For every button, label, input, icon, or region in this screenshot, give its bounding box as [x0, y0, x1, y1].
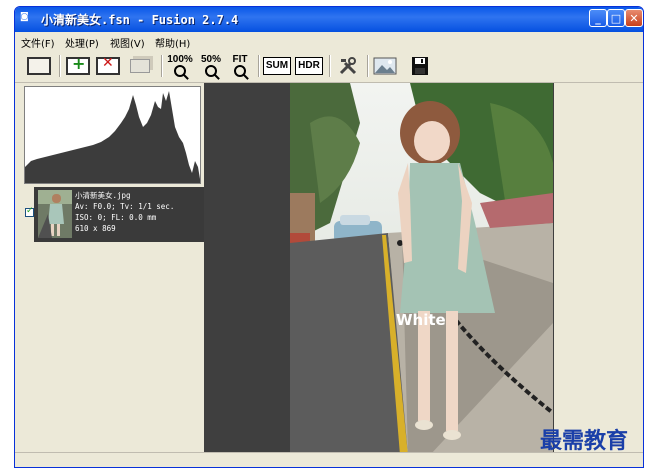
histogram-plot — [25, 87, 200, 183]
image-list-item[interactable]: 小清新美女.jpg Av: F0.0; Tv: 1/1 sec. ISO: 0;… — [25, 187, 204, 242]
save-button[interactable] — [407, 53, 433, 79]
tools-icon — [339, 57, 357, 75]
preview-button[interactable] — [371, 53, 399, 79]
image-list-panel: 小清新美女.jpg Av: F0.0; Tv: 1/1 sec. ISO: 0;… — [21, 83, 206, 453]
remove-image-button[interactable]: ✕ — [95, 53, 121, 79]
maximize-button[interactable]: □ — [607, 9, 625, 27]
photo-render — [290, 83, 553, 455]
hdr-button[interactable]: HDR — [295, 53, 323, 79]
add-image-button[interactable]: + — [65, 53, 91, 79]
photo-caption: White — [396, 311, 446, 329]
menu-help[interactable]: 帮助(H) — [155, 35, 190, 50]
clear-images-button[interactable] — [127, 53, 153, 79]
new-frame-button[interactable] — [25, 53, 53, 79]
magnifier-icon — [234, 65, 246, 77]
empty-frame-icon — [27, 57, 51, 75]
app-window: ◙ 小清新美女.fsn - Fusion 2.7.4 _ □ ✕ 文件(F) 处… — [14, 6, 644, 468]
preview-area[interactable]: White — [204, 83, 554, 455]
magnifier-icon — [174, 65, 186, 77]
sum-button[interactable]: SUM — [262, 53, 292, 79]
image-iso: ISO: 0; FL: 0.0 mm — [75, 213, 157, 222]
image-exposure: Av: F0.0; Tv: 1/1 sec. — [75, 202, 175, 211]
zoom-fit-button[interactable]: FIT — [227, 53, 253, 79]
menu-bar: 文件(F) 处理(P) 视图(V) 帮助(H) — [15, 32, 643, 50]
close-icon: ✕ — [629, 11, 639, 25]
image-size: 610 x 869 — [75, 224, 116, 233]
window-title: 小清新美女.fsn - Fusion 2.7.4 — [41, 13, 239, 27]
hdr-label: HDR — [295, 57, 323, 75]
minimize-icon: _ — [595, 11, 601, 25]
watermark-text: 最需教育 — [540, 428, 629, 454]
zoom-50-label: 50% — [200, 54, 221, 65]
image-info: 小清新美女.jpg Av: F0.0; Tv: 1/1 sec. ISO: 0;… — [75, 190, 174, 234]
include-checkbox[interactable] — [25, 206, 34, 217]
preview-image[interactable]: White — [290, 83, 553, 455]
remove-image-icon: ✕ — [96, 55, 120, 75]
landscape-image-icon — [373, 57, 397, 75]
image-filename: 小清新美女.jpg — [75, 191, 131, 200]
zoom-fit-label: FIT — [232, 54, 248, 65]
maximize-icon: □ — [610, 11, 622, 25]
zoom-100-button[interactable]: 100% — [165, 53, 195, 79]
toolbar: + ✕ 100% 50% FIT SUM HDR — [15, 50, 643, 83]
menu-view[interactable]: 视图(V) — [110, 35, 145, 50]
floppy-disk-icon — [412, 57, 428, 75]
histogram — [24, 86, 201, 184]
menu-file[interactable]: 文件(F) — [21, 35, 55, 50]
clear-images-icon — [130, 59, 150, 73]
zoom-100-label: 100% — [167, 54, 193, 65]
app-icon: ◙ — [20, 12, 29, 22]
sum-label: SUM — [262, 57, 292, 75]
magnifier-icon — [205, 65, 217, 77]
add-image-icon: + — [66, 54, 90, 75]
title-bar[interactable]: ◙ 小清新美女.fsn - Fusion 2.7.4 _ □ ✕ — [15, 7, 643, 32]
close-button[interactable]: ✕ — [625, 9, 643, 27]
image-thumbnail[interactable] — [38, 190, 72, 238]
minimize-button[interactable]: _ — [589, 9, 607, 27]
settings-button[interactable] — [335, 53, 361, 79]
menu-process[interactable]: 处理(P) — [65, 35, 99, 50]
zoom-50-button[interactable]: 50% — [197, 53, 225, 79]
